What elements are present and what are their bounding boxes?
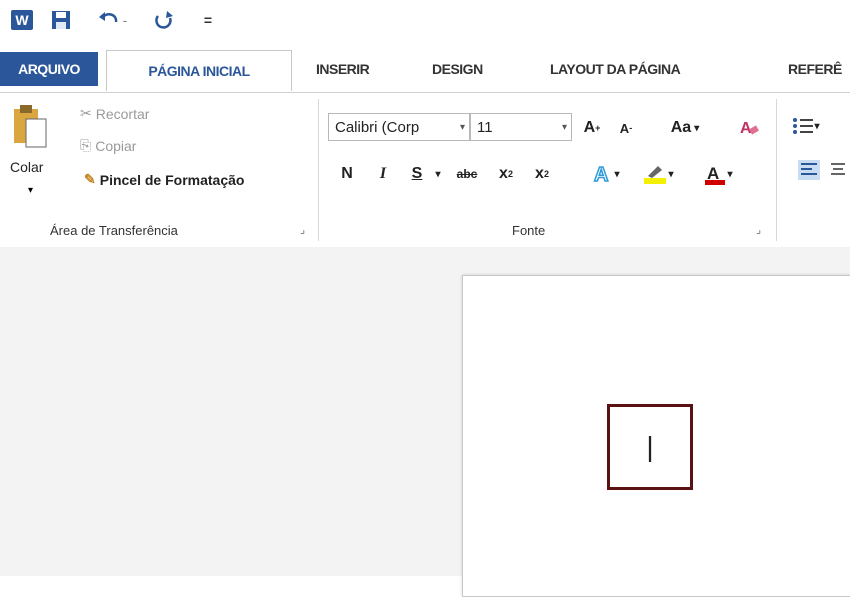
chevron-down-icon: ▾ [561, 121, 567, 133]
undo-icon[interactable]: - [92, 6, 132, 34]
clipboard-group-label: Área de Transferência [50, 223, 178, 238]
group-divider [318, 99, 319, 241]
svg-text:A: A [594, 164, 608, 185]
clipboard-launcher-icon[interactable]: ⌟ [300, 223, 305, 236]
underline-button[interactable]: S [406, 159, 428, 189]
paintbrush-icon: ✎ [84, 171, 96, 187]
tab-page-layout[interactable]: LAYOUT DA PÁGINA [550, 54, 681, 84]
tab-insert[interactable]: INSERIR [316, 54, 370, 84]
tab-design[interactable]: DESIGN [432, 54, 483, 84]
highlighter-icon [644, 166, 667, 184]
italic-button[interactable]: I [372, 159, 394, 189]
bullets-button[interactable]: ▾ [786, 111, 826, 141]
chevron-down-icon: ▾ [459, 121, 465, 133]
align-center-icon [831, 163, 845, 175]
eraser-icon: A [740, 120, 759, 137]
superscript-icon: x [535, 165, 544, 182]
change-case-button[interactable]: Aa ▾ [660, 113, 710, 143]
font-size-value: 11 [477, 118, 493, 136]
format-painter-label: Pincel de Formatação [99, 171, 245, 188]
customize-glyph: = [203, 12, 213, 28]
tab-references[interactable]: REFERÊ [788, 54, 842, 84]
paste-dropdown-icon[interactable]: ▾ [28, 185, 33, 196]
font-color-icon: A [705, 164, 726, 185]
copy-label: Copiar [95, 137, 137, 154]
align-left-icon [798, 160, 820, 180]
cut-button[interactable]: ✂ Recortar [80, 105, 149, 122]
shrink-font-icon: A [619, 120, 630, 136]
font-name-value: Calibri (Corp [335, 118, 420, 136]
ribbon-tabs: ARQUIVO PÁGINA INICIAL INSERIR DESIGN LA… [0, 44, 850, 92]
text-effects-button[interactable]: A ▾ [586, 159, 626, 189]
tab-home[interactable]: PÁGINA INICIAL [106, 50, 292, 91]
font-size-dropdown[interactable]: 11 ▾ [470, 113, 572, 141]
paste-button[interactable]: Colar [10, 159, 43, 175]
bullet-list-icon [793, 118, 814, 134]
font-name-dropdown[interactable]: Calibri (Corp ▾ [328, 113, 470, 141]
superscript-button[interactable]: x2 [528, 159, 556, 189]
format-painter-button[interactable]: ✎ Pincel de Formatação [84, 171, 244, 188]
subscript-icon: x [499, 165, 508, 182]
highlight-color-button[interactable]: ▾ [636, 159, 680, 189]
align-left-button[interactable] [794, 155, 824, 185]
bold-button[interactable]: N [336, 159, 358, 189]
cut-label: Recortar [95, 105, 150, 122]
copy-icon: ⎘ [80, 137, 92, 153]
save-icon[interactable] [48, 6, 74, 34]
shrink-font-button[interactable]: A- [614, 113, 638, 143]
redo-icon[interactable] [150, 6, 178, 34]
copy-button[interactable]: ⎘ Copiar [80, 137, 136, 154]
subscript-button[interactable]: x2 [492, 159, 520, 189]
font-group-label: Fonte [512, 223, 546, 238]
font-color-button[interactable]: A ▾ [696, 159, 740, 189]
align-center-button[interactable] [826, 155, 850, 185]
scissors-icon: ✂ [80, 105, 92, 121]
tab-file[interactable]: ARQUIVO [0, 52, 98, 86]
change-case-icon: Aa [670, 119, 692, 136]
ribbon: Colar ▾ ✂ Recortar ⎘ Copiar ✎ Pincel de … [0, 92, 850, 248]
font-launcher-icon[interactable]: ⌟ [756, 223, 761, 236]
svg-text:A: A [740, 120, 752, 137]
word-logo: W [11, 10, 33, 30]
group-divider [776, 99, 777, 241]
text-cursor: | [646, 431, 654, 462]
paste-icon[interactable] [12, 103, 48, 151]
undo-dropdown-icon[interactable]: - [123, 12, 128, 28]
grow-font-icon: A [583, 119, 596, 136]
text-box[interactable]: | [607, 404, 693, 490]
grow-font-button[interactable]: A + [580, 113, 604, 143]
word-app-icon[interactable]: W [8, 6, 36, 34]
clear-formatting-button[interactable]: A [736, 113, 762, 143]
underline-dropdown-icon[interactable]: ▾ [430, 159, 446, 189]
customize-toolbar-icon[interactable]: = [196, 6, 220, 34]
text-effects-icon: A [594, 163, 610, 185]
quick-access-toolbar: W - = [0, 0, 850, 44]
strikethrough-button[interactable]: abc [450, 159, 484, 189]
